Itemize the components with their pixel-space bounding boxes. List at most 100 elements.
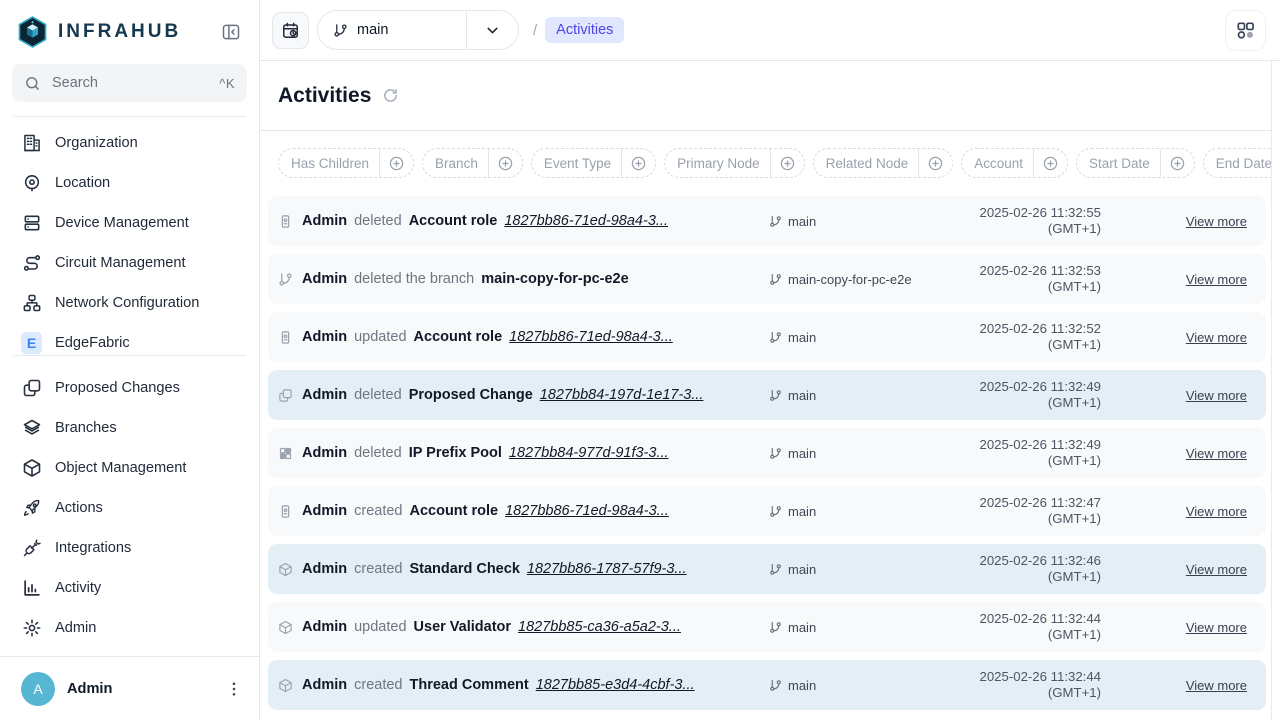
activity-action: deleted <box>354 387 402 403</box>
plus-circle-icon[interactable] <box>622 155 655 172</box>
sidebar-item-organization[interactable]: Organization <box>0 123 259 163</box>
activity-row: Admin deleted the branch main-copy-for-p… <box>268 254 1266 304</box>
filter-chip-branch[interactable]: Branch <box>422 148 523 178</box>
activity-actor: Admin <box>302 503 347 519</box>
breadcrumb-current[interactable]: Activities <box>545 17 624 43</box>
activity-object-link[interactable]: 1827bb84-977d-91f3-3... <box>509 445 669 461</box>
activity-action: created <box>354 503 402 519</box>
activity-date: 2025-02-26 11:32:49 <box>959 379 1101 395</box>
filter-chip-primary-node[interactable]: Primary Node <box>664 148 805 178</box>
view-more-link[interactable]: View more <box>1186 562 1247 577</box>
activity-timestamp: 2025-02-26 11:32:44 (GMT+1) <box>959 611 1101 643</box>
activity-object-link[interactable]: 1827bb84-197d-1e17-3... <box>540 387 704 403</box>
search-input[interactable] <box>50 74 210 92</box>
activity-action: deleted the branch <box>354 271 474 287</box>
view-more-link[interactable]: View more <box>1186 330 1247 345</box>
branch-selector[interactable]: main <box>317 10 519 50</box>
activity-object-link[interactable]: 1827bb85-e3d4-4cbf-3... <box>536 677 695 693</box>
activity-timezone: (GMT+1) <box>959 337 1101 353</box>
activity-branch-name: main <box>788 620 816 635</box>
logo-row: INFRAHUB <box>0 0 259 64</box>
view-more-link[interactable]: View more <box>1186 620 1247 635</box>
view-more-link[interactable]: View more <box>1186 446 1247 461</box>
activity-object-link[interactable]: 1827bb86-71ed-98a4-3... <box>504 213 668 229</box>
sidebar-item-proposed-changes[interactable]: Proposed Changes <box>0 368 259 408</box>
sidebar-item-network-configuration[interactable]: Network Configuration <box>0 283 259 323</box>
proposed-change-icon <box>21 378 42 399</box>
view-more-link[interactable]: View more <box>1186 678 1247 693</box>
activity-row: Admin created Account role 1827bb86-71ed… <box>268 486 1266 536</box>
git-branch-icon <box>769 505 782 518</box>
activity-branch: main <box>769 330 959 345</box>
sidebar-item-edgefabric[interactable]: E EdgeFabric <box>0 323 259 355</box>
branch-selector-toggle[interactable] <box>466 11 518 49</box>
sidebar-item-branches[interactable]: Branches <box>0 408 259 448</box>
activity-summary: Admin updated User Validator 1827bb85-ca… <box>302 619 769 635</box>
filter-chip-account[interactable]: Account <box>961 148 1068 178</box>
activity-list: Admin deleted Account role 1827bb86-71ed… <box>260 178 1280 718</box>
plus-circle-icon[interactable] <box>380 155 413 172</box>
activity-summary: Admin updated Account role 1827bb86-71ed… <box>302 329 769 345</box>
activity-object-link[interactable]: 1827bb86-71ed-98a4-3... <box>505 503 669 519</box>
git-branch-icon <box>769 215 782 228</box>
sidebar-item-integrations[interactable]: Integrations <box>0 528 259 568</box>
plus-circle-icon[interactable] <box>919 155 952 172</box>
search-box[interactable]: ^K <box>12 64 247 102</box>
hierarchy-icon <box>21 293 42 314</box>
sidebar-item-label: Device Management <box>55 215 189 231</box>
components-status-button[interactable] <box>1225 10 1266 51</box>
git-branch-icon <box>769 621 782 634</box>
activity-actor: Admin <box>302 271 347 287</box>
sidebar-item-activity[interactable]: Activity <box>0 568 259 608</box>
activity-object-link[interactable]: 1827bb86-1787-57f9-3... <box>527 561 687 577</box>
activity-timezone: (GMT+1) <box>959 685 1101 701</box>
activity-object-type: Standard Check <box>409 561 519 577</box>
activity-object-link[interactable]: 1827bb85-ca36-a5a2-3... <box>518 619 681 635</box>
plus-circle-icon[interactable] <box>489 155 522 172</box>
filter-chip-event-type[interactable]: Event Type <box>531 148 656 178</box>
search-shortcut: ^K <box>219 76 235 91</box>
plus-circle-icon[interactable] <box>1034 155 1067 172</box>
filter-chip-start-date[interactable]: Start Date <box>1076 148 1195 178</box>
sidebar-item-label: Location <box>55 175 110 191</box>
activity-branch: main <box>769 504 959 519</box>
activity-branch-name: main <box>788 446 816 461</box>
plus-circle-icon[interactable] <box>1161 155 1194 172</box>
sidebar-item-location[interactable]: Location <box>0 163 259 203</box>
cube-icon <box>278 677 293 693</box>
refresh-button[interactable] <box>382 87 399 104</box>
filter-chip-label: Primary Node <box>665 149 771 177</box>
activity-timezone: (GMT+1) <box>959 569 1101 585</box>
sidebar-item-label: Organization <box>55 135 138 151</box>
activity-timestamp: 2025-02-26 11:32:49 (GMT+1) <box>959 379 1101 411</box>
sidebar-item-device-management[interactable]: Device Management <box>0 203 259 243</box>
activity-actor: Admin <box>302 213 347 229</box>
page-header: Activities <box>260 61 1280 131</box>
sidebar-item-circuit-management[interactable]: Circuit Management <box>0 243 259 283</box>
filter-chip-has-children[interactable]: Has Children <box>278 148 414 178</box>
git-branch-icon <box>769 447 782 460</box>
view-more-link[interactable]: View more <box>1186 504 1247 519</box>
plus-circle-icon[interactable] <box>771 155 804 172</box>
sidebar-item-label: Activity <box>55 580 101 596</box>
sidebar-item-label: Admin <box>55 620 96 636</box>
plug-icon <box>21 538 42 559</box>
activity-timezone: (GMT+1) <box>959 221 1101 237</box>
view-more-link[interactable]: View more <box>1186 214 1247 229</box>
sidebar-item-object-management[interactable]: Object Management <box>0 448 259 488</box>
bar-chart-icon <box>21 578 42 599</box>
view-more-link[interactable]: View more <box>1186 272 1247 287</box>
sidebar-item-admin[interactable]: Admin <box>0 608 259 648</box>
view-more-link[interactable]: View more <box>1186 388 1247 403</box>
filter-chip-end-date[interactable]: End Date <box>1203 148 1280 178</box>
user-menu-button[interactable] <box>223 678 245 700</box>
sidebar: INFRAHUB ^K Organization <box>0 0 260 720</box>
activity-action: deleted <box>354 445 402 461</box>
activity-object-link[interactable]: 1827bb86-71ed-98a4-3... <box>509 329 673 345</box>
filter-chip-related-node[interactable]: Related Node <box>813 148 954 178</box>
sidebar-collapse-button[interactable] <box>221 20 245 44</box>
sidebar-item-actions[interactable]: Actions <box>0 488 259 528</box>
time-travel-button[interactable] <box>272 12 309 49</box>
filter-chip-label: End Date <box>1204 149 1280 177</box>
scrollbar[interactable] <box>1271 61 1280 720</box>
